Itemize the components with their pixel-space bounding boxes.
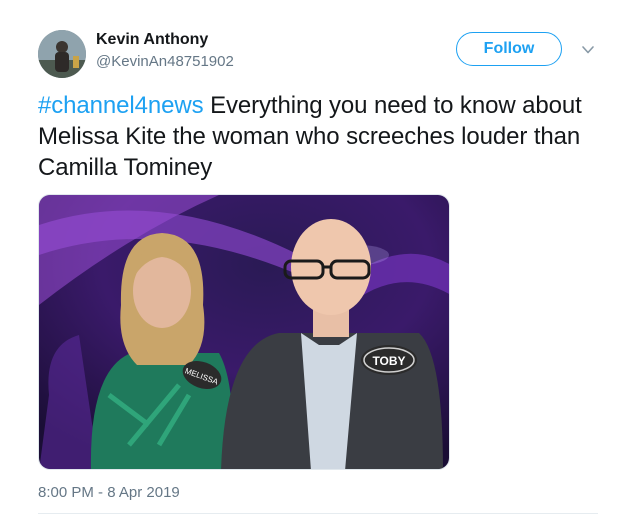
- divider: [38, 513, 598, 514]
- author-name[interactable]: Kevin Anthony: [96, 31, 208, 49]
- tweet-photo[interactable]: MELISSA TOBY: [38, 194, 450, 470]
- tweet-text: #channel4news Everything you need to kno…: [38, 90, 608, 183]
- avatar-image: [38, 30, 86, 78]
- avatar[interactable]: [38, 30, 86, 78]
- photo-image: MELISSA TOBY: [39, 195, 449, 469]
- tweet-timestamp[interactable]: 8:00 PM - 8 Apr 2019: [38, 484, 180, 501]
- chevron-down-icon[interactable]: [581, 43, 595, 57]
- badge-toby: TOBY: [372, 354, 405, 368]
- author-handle[interactable]: @KevinAn48751902: [96, 53, 234, 70]
- hashtag-link[interactable]: #channel4news: [38, 92, 204, 119]
- follow-button[interactable]: Follow: [456, 32, 562, 66]
